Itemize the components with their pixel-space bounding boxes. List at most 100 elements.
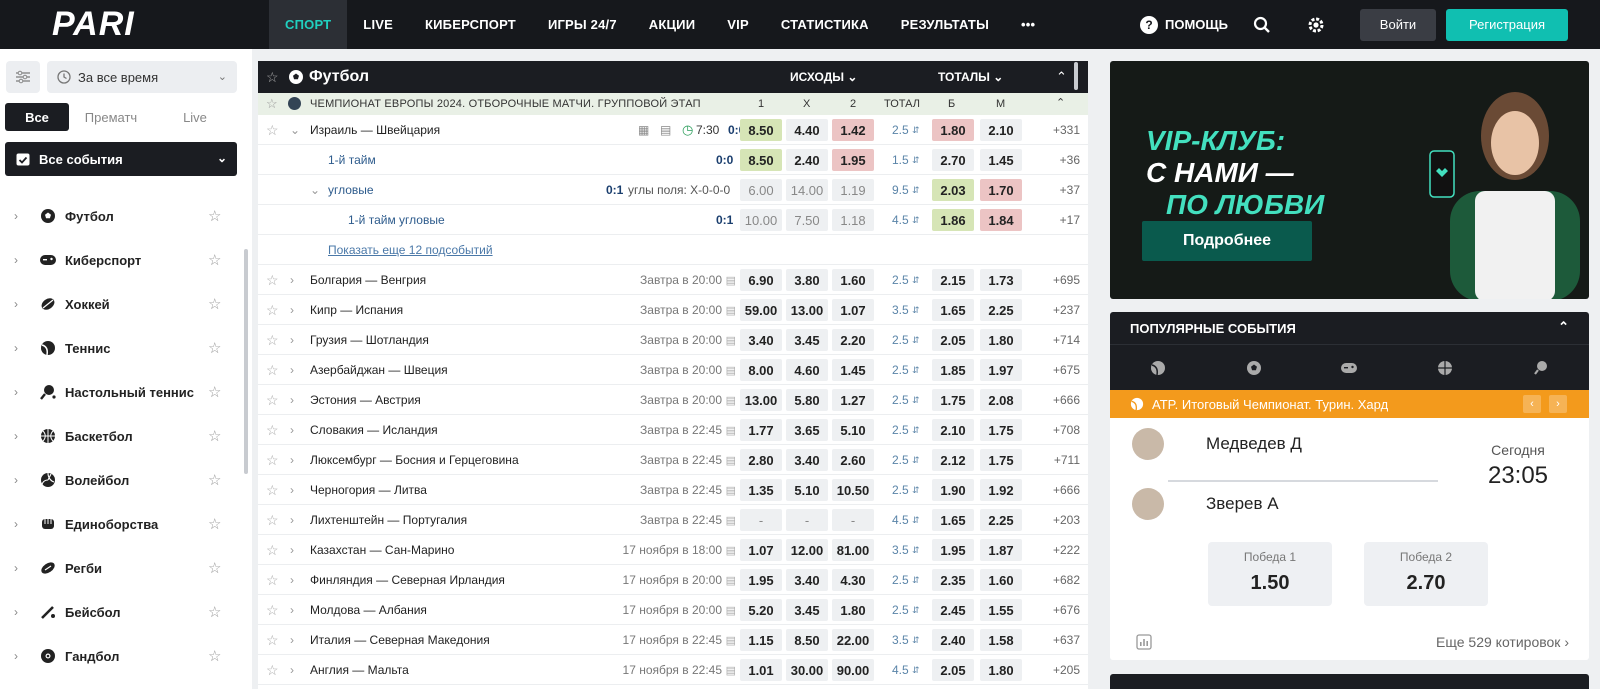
odd-button[interactable]: 2.60	[832, 449, 874, 471]
show-more-link[interactable]: Показать еще 12 подсобытий	[328, 243, 493, 257]
more-markets-link[interactable]: +237	[1053, 295, 1080, 325]
over-odd-button[interactable]: 2.70	[932, 149, 974, 171]
odd-button[interactable]: 1.27	[832, 389, 874, 411]
chevron-right-icon[interactable]: ›	[14, 429, 18, 443]
statistics-icon[interactable]: ▤	[726, 625, 736, 655]
odd-button[interactable]: 3.40	[786, 569, 828, 591]
odd-button[interactable]: 1.07	[740, 539, 782, 561]
star-icon[interactable]: ☆	[266, 69, 279, 86]
odd-button[interactable]: 3.45	[786, 329, 828, 351]
under-odd-button[interactable]: 1.84	[980, 209, 1022, 231]
over-odd-button[interactable]: 1.80	[932, 119, 974, 141]
star-icon[interactable]: ☆	[266, 385, 279, 415]
odd-button[interactable]: 8.00	[740, 359, 782, 381]
gamepad-icon[interactable]	[1339, 358, 1359, 378]
star-icon[interactable]: ☆	[208, 339, 221, 357]
more-markets-link[interactable]: +676	[1053, 595, 1080, 625]
odd-button[interactable]: -	[786, 509, 828, 531]
basketball-icon[interactable]	[1435, 358, 1455, 378]
chevron-down-icon[interactable]: ⌄	[290, 115, 300, 145]
sub-event-name[interactable]: 1-й тайм угловые	[348, 205, 445, 235]
under-odd-button[interactable]: 1.75	[980, 419, 1022, 441]
register-button[interactable]: Регистрация	[1446, 8, 1568, 41]
odd-button[interactable]: 22.00	[832, 629, 874, 651]
statistics-icon[interactable]: ▤	[726, 595, 736, 625]
match-row[interactable]: ☆ › Азербайджан — Швеция Завтра в 20:00 ▤ 8.0…	[258, 355, 1088, 385]
statistics-icon[interactable]: ▤	[726, 295, 736, 325]
chevron-left-icon[interactable]: ‹	[1523, 395, 1541, 413]
match-name[interactable]: Финляндия — Северная Ирландия	[310, 565, 505, 595]
table-tennis-icon[interactable]	[1531, 358, 1551, 378]
nav-games[interactable]: ИГРЫ 24/7	[532, 0, 633, 49]
over-odd-button[interactable]: 1.86	[932, 209, 974, 231]
match-row[interactable]: ☆ › Кипр — Испания Завтра в 20:00 ▤ 59.00 13.0…	[258, 295, 1088, 325]
odd-button[interactable]: 4.40	[786, 119, 828, 141]
match-name[interactable]: Азербайджан — Швеция	[310, 355, 448, 385]
main-scrollbar[interactable]	[1074, 62, 1078, 90]
odd-button[interactable]: 10.50	[832, 479, 874, 501]
chevron-right-icon[interactable]: ›	[14, 341, 18, 355]
match-name[interactable]: Молдова — Албания	[310, 595, 427, 625]
chevron-up-icon[interactable]: ⌃	[1056, 69, 1067, 85]
chevron-up-icon[interactable]: ⌃	[1056, 96, 1065, 109]
chevron-right-icon[interactable]: ›	[14, 605, 18, 619]
all-events-dropdown[interactable]: Все события ⌄	[5, 142, 237, 176]
more-markets-link[interactable]: +222	[1053, 535, 1080, 565]
match-name[interactable]: Лихтенштейн — Португалия	[310, 505, 467, 535]
under-odd-button[interactable]: 1.55	[980, 599, 1022, 621]
sidebar-sport-item[interactable]: › Настольный теннис ☆	[0, 370, 240, 414]
statistics-icon[interactable]: ▤	[726, 535, 736, 565]
odd-button[interactable]: 3.40	[740, 329, 782, 351]
football-icon[interactable]	[1244, 358, 1264, 378]
segment-all[interactable]: Все	[5, 103, 69, 131]
statistics-icon[interactable]: ▤	[726, 445, 736, 475]
odd-button[interactable]: 1.15	[740, 629, 782, 651]
odd-button[interactable]: -	[832, 509, 874, 531]
odd-button[interactable]: 3.40	[786, 449, 828, 471]
odd-button[interactable]: 3.65	[786, 419, 828, 441]
over-odd-button[interactable]: 1.75	[932, 389, 974, 411]
segment-live[interactable]: Live	[153, 103, 237, 131]
star-icon[interactable]: ☆	[266, 355, 279, 385]
odd-button[interactable]: 1.19	[832, 179, 874, 201]
sidebar-sport-item[interactable]: › Гандбол ☆	[0, 634, 240, 678]
match-name[interactable]: Люксембург — Босния и Герцеговина	[310, 445, 519, 475]
chevron-right-icon[interactable]: ›	[290, 445, 294, 475]
odd-button[interactable]: 1.80	[832, 599, 874, 621]
sidebar-scrollbar[interactable]	[244, 249, 248, 474]
chevron-right-icon[interactable]: ›	[290, 265, 294, 295]
nav-esports[interactable]: КИБЕРСПОРТ	[409, 0, 532, 49]
chevron-right-icon[interactable]: ›	[14, 517, 18, 531]
tennis-icon[interactable]	[1148, 358, 1168, 378]
match-row[interactable]: ☆ › Финляндия — Северная Ирландия 17 ноября…	[258, 565, 1088, 595]
over-odd-button[interactable]: 2.35	[932, 569, 974, 591]
nav-more-menu[interactable]: •••	[1005, 0, 1051, 49]
nav-results[interactable]: РЕЗУЛЬТАТЫ	[885, 0, 1005, 49]
more-quotes-link[interactable]: Еще 529 котировок ›	[1436, 634, 1569, 650]
more-markets-link[interactable]: +708	[1053, 415, 1080, 445]
login-button[interactable]: Войти	[1360, 8, 1436, 41]
chevron-right-icon[interactable]: ›	[290, 565, 294, 595]
match-row[interactable]: ☆ › Эстония — Австрия Завтра в 20:00 ▤ 13.00 5…	[258, 385, 1088, 415]
match-row[interactable]: ☆ › Казахстан — Сан-Марино 17 ноября в 18:0…	[258, 535, 1088, 565]
sidebar-sport-item[interactable]: › Бейсбол ☆	[0, 590, 240, 634]
more-markets-link[interactable]: +675	[1053, 355, 1080, 385]
win-1-button[interactable]: Победа 1 1.50	[1208, 542, 1332, 606]
sub-event-row[interactable]: ⌄ угловые углы поля: Х-0-0-0 0:1 6.00 14.00 1.…	[258, 175, 1088, 205]
odd-button[interactable]: 8.50	[740, 119, 782, 141]
star-icon[interactable]: ☆	[266, 595, 279, 625]
match-name[interactable]: Кипр — Испания	[310, 295, 403, 325]
totals-column-toggle[interactable]: ТОТАЛЫ ⌄	[938, 70, 1003, 84]
chevron-right-icon[interactable]: ›	[290, 475, 294, 505]
over-odd-button[interactable]: 1.65	[932, 299, 974, 321]
star-icon[interactable]: ☆	[266, 655, 279, 685]
chevron-right-icon[interactable]: ›	[14, 561, 18, 575]
odd-button[interactable]: 59.00	[740, 299, 782, 321]
over-odd-button[interactable]: 2.12	[932, 449, 974, 471]
under-odd-button[interactable]: 2.10	[980, 119, 1022, 141]
search-icon[interactable]	[1252, 15, 1272, 35]
under-odd-button[interactable]: 1.73	[980, 269, 1022, 291]
match-row[interactable]: ☆ › Словакия — Исландия Завтра в 22:45 ▤ 1.77…	[258, 415, 1088, 445]
win-2-button[interactable]: Победа 2 2.70	[1364, 542, 1488, 606]
statistics-icon[interactable]: ▤	[726, 475, 736, 505]
